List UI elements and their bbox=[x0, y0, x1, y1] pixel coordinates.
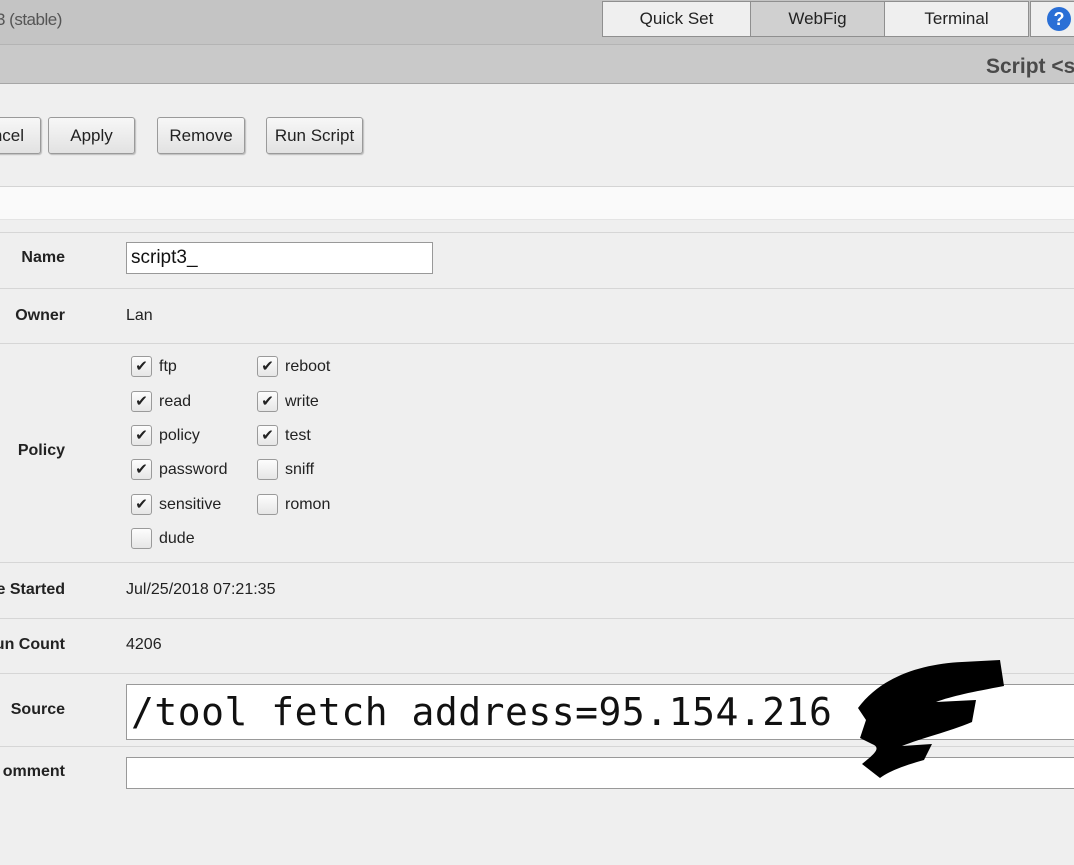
version-label: 3 (stable) bbox=[0, 10, 62, 29]
divider bbox=[0, 343, 1074, 344]
policy-write-checkbox[interactable]: ✔ write bbox=[257, 391, 319, 412]
run-count-value: 4206 bbox=[126, 636, 162, 653]
title-bar: Script <s bbox=[0, 45, 1074, 84]
name-input[interactable] bbox=[126, 242, 433, 274]
name-label: Name bbox=[21, 249, 65, 266]
policy-reboot-label: reboot bbox=[285, 357, 331, 375]
tab-quick-set[interactable]: Quick Set bbox=[602, 1, 751, 37]
policy-password-label: password bbox=[159, 460, 228, 478]
checkbox-box[interactable] bbox=[131, 528, 152, 549]
policy-sniff-label: sniff bbox=[285, 460, 315, 478]
policy-read-label: read bbox=[159, 392, 192, 410]
checkbox-box[interactable]: ✔ bbox=[257, 391, 278, 412]
policy-ftp-checkbox[interactable]: ✔ ftp bbox=[131, 356, 177, 377]
policy-policy-checkbox[interactable]: ✔ policy bbox=[131, 425, 200, 446]
checkbox-box[interactable]: ✔ bbox=[131, 425, 152, 446]
last-started-value: Jul/25/2018 07:21:35 bbox=[126, 581, 276, 598]
policy-dude-label: dude bbox=[159, 529, 195, 547]
last-started-label: e Started bbox=[0, 581, 65, 598]
policy-write-label: write bbox=[285, 392, 319, 410]
policy-policy-label: policy bbox=[159, 426, 200, 444]
policy-password-checkbox[interactable]: ✔ password bbox=[131, 459, 227, 480]
checkbox-box[interactable]: ✔ bbox=[131, 356, 152, 377]
policy-sensitive-checkbox[interactable]: ✔ sensitive bbox=[131, 494, 221, 515]
apply-button[interactable]: Apply bbox=[48, 117, 135, 154]
divider bbox=[0, 618, 1074, 619]
checkbox-box[interactable]: ✔ bbox=[257, 356, 278, 377]
owner-label: Owner bbox=[15, 307, 65, 324]
policy-test-label: test bbox=[285, 426, 311, 444]
policy-romon-label: romon bbox=[285, 495, 331, 513]
help-button[interactable]: ? bbox=[1030, 1, 1074, 37]
policy-sniff-checkbox[interactable]: sniff bbox=[257, 459, 314, 480]
policy-sensitive-label: sensitive bbox=[159, 495, 222, 513]
owner-value: Lan bbox=[126, 307, 153, 324]
policy-label: Policy bbox=[17, 442, 65, 459]
run-script-button[interactable]: Run Script bbox=[266, 117, 363, 154]
webfig-page: 3 (stable) Quick Set WebFig Terminal ? S… bbox=[0, 0, 1074, 865]
tab-webfig[interactable]: WebFig bbox=[750, 1, 885, 37]
checkbox-box[interactable] bbox=[257, 494, 278, 515]
divider bbox=[0, 562, 1074, 563]
policy-dude-checkbox[interactable]: dude bbox=[131, 528, 195, 549]
cancel-button[interactable]: ncel bbox=[0, 117, 41, 154]
remove-button[interactable]: Remove bbox=[157, 117, 245, 154]
checkbox-box[interactable]: ✔ bbox=[131, 391, 152, 412]
question-icon: ? bbox=[1047, 7, 1071, 31]
comment-label: omment bbox=[2, 763, 65, 780]
policy-romon-checkbox[interactable]: romon bbox=[257, 494, 330, 515]
checkbox-box[interactable]: ✔ bbox=[131, 459, 152, 480]
policy-ftp-label: ftp bbox=[159, 357, 177, 375]
divider bbox=[0, 232, 1074, 233]
source-label: Source bbox=[10, 701, 65, 718]
checkbox-box[interactable]: ✔ bbox=[131, 494, 152, 515]
top-bar: 3 (stable) Quick Set WebFig Terminal ? bbox=[0, 0, 1074, 45]
page-title: Script <s bbox=[986, 55, 1074, 78]
redaction-scribble bbox=[858, 660, 1004, 778]
checkbox-box[interactable]: ✔ bbox=[257, 425, 278, 446]
divider-strip bbox=[0, 186, 1074, 220]
checkbox-box[interactable] bbox=[257, 459, 278, 480]
tab-terminal[interactable]: Terminal bbox=[884, 1, 1029, 37]
policy-test-checkbox[interactable]: ✔ test bbox=[257, 425, 311, 446]
run-count-label: un Count bbox=[0, 636, 65, 653]
policy-read-checkbox[interactable]: ✔ read bbox=[131, 391, 191, 412]
divider bbox=[0, 288, 1074, 289]
policy-reboot-checkbox[interactable]: ✔ reboot bbox=[257, 356, 330, 377]
